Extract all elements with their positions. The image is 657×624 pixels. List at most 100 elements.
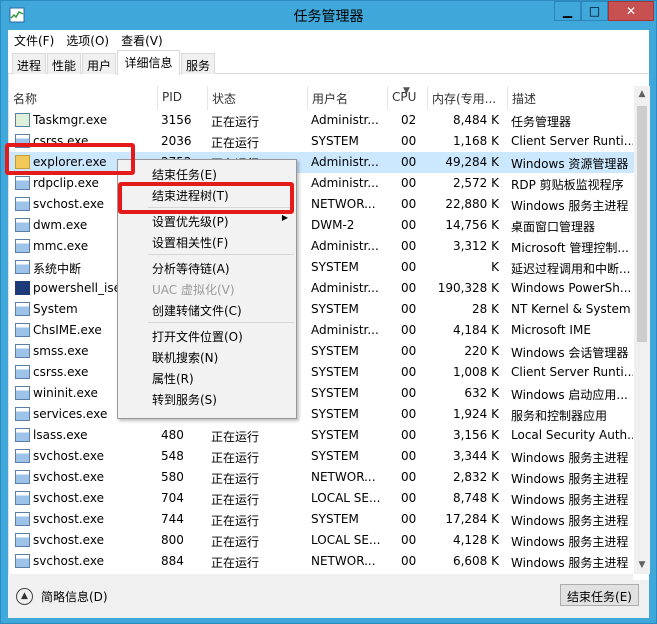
end-task-button[interactable]: 结束任务(E) bbox=[560, 584, 639, 606]
close-icon: ✕ bbox=[625, 4, 637, 18]
context-menu-label: 分析等待链(A) bbox=[152, 262, 230, 276]
table-row[interactable]: svchost.exe 704 正在运行 LOCAL SE... 00 8,748 K Wi… bbox=[9, 488, 634, 509]
context-menu-label: 联机搜索(N) bbox=[152, 351, 219, 365]
table-row[interactable]: System SYSTEM 00 28 K NT Kernel & System bbox=[9, 299, 634, 320]
cell-user: SYSTEM bbox=[311, 512, 359, 526]
cell-user: SYSTEM bbox=[311, 449, 359, 463]
column-header-pid[interactable]: PID bbox=[157, 86, 207, 110]
footer-bar: ▲ 简略信息(D) 结束任务(E) bbox=[8, 580, 649, 618]
table-row[interactable]: svchost.exe 884 正在运行 NETWOR... 00 6,608 K Wind… bbox=[9, 551, 634, 568]
tab-performance[interactable]: 性能 bbox=[47, 53, 81, 74]
cell-mem: 632 K bbox=[464, 386, 499, 400]
cell-name: lsass.exe bbox=[33, 428, 88, 442]
context-menu-item[interactable]: 属性(R) bbox=[118, 367, 296, 388]
vertical-scrollbar[interactable]: ▲ ▼ bbox=[634, 86, 650, 574]
cell-user: LOCAL SE... bbox=[311, 533, 381, 547]
column-header-user[interactable]: 用户名 bbox=[307, 86, 387, 110]
table-row[interactable]: svchost.exe NETWOR... 00 22,880 K Windows 服务… bbox=[9, 194, 634, 215]
cell-mem: 17,284 K bbox=[445, 512, 499, 526]
scrollbar-thumb[interactable] bbox=[637, 106, 647, 342]
cell-mem: 190,328 K bbox=[437, 281, 499, 295]
column-header-status[interactable]: 状态 bbox=[207, 86, 307, 110]
cell-status: 正在运行 bbox=[211, 115, 260, 129]
column-header-description[interactable]: 描述 bbox=[507, 86, 634, 110]
cell-user: Administr... bbox=[311, 239, 379, 253]
table-row[interactable]: powershell_ise. Administr... 00 190,328 K Wi… bbox=[9, 278, 634, 299]
menu-file[interactable]: 文件(F) bbox=[8, 30, 60, 50]
cell-cpu: 00 bbox=[401, 554, 417, 568]
table-row[interactable]: svchost.exe 580 正在运行 NETWOR... 00 2,832 K Wind… bbox=[9, 467, 634, 488]
cell-cpu: 00 bbox=[401, 197, 417, 211]
menu-view[interactable]: 查看(V) bbox=[115, 30, 169, 50]
context-menu-item[interactable]: 打开文件位置(O) bbox=[118, 325, 296, 346]
menu-separator bbox=[148, 322, 294, 323]
column-header-memory[interactable]: 内存(专用... bbox=[427, 86, 507, 110]
table-row[interactable]: wininit.exe SYSTEM 00 632 K Windows 启动应用... bbox=[9, 383, 634, 404]
scroll-up-icon[interactable]: ▲ bbox=[634, 86, 650, 102]
cell-mem: 22,880 K bbox=[445, 197, 499, 211]
context-menu-item[interactable]: 转到服务(S) bbox=[118, 388, 296, 409]
process-icon bbox=[15, 218, 30, 232]
table-row[interactable]: dwm.exe DWM-2 00 14,756 K 桌面窗口管理器 bbox=[9, 215, 634, 236]
fewer-details-label: 简略信息(D) bbox=[41, 590, 108, 604]
table-row[interactable]: svchost.exe 548 正在运行 SYSTEM 00 3,344 K Windows… bbox=[9, 446, 634, 467]
context-menu-label: 创建转储文件(C) bbox=[152, 304, 242, 318]
table-row[interactable]: rdpclip.exe Administr... 00 2,572 K RDP 剪贴板监… bbox=[9, 173, 634, 194]
process-icon bbox=[15, 470, 30, 484]
table-row[interactable]: services.exe SYSTEM 00 1,924 K 服务和控制器应用 bbox=[9, 404, 634, 425]
tab-processes[interactable]: 进程 bbox=[12, 53, 46, 74]
cell-desc: Windows 服务主进程 bbox=[511, 514, 629, 528]
column-header-row: 名称 PID 状态 用户名 CPU 内存(专用... 描述 ▼ bbox=[9, 86, 634, 110]
table-row[interactable]: svchost.exe 800 正在运行 LOCAL SE... 00 4,128 K Wi… bbox=[9, 530, 634, 551]
process-icon bbox=[15, 512, 30, 526]
process-icon bbox=[15, 407, 30, 421]
cell-cpu: 00 bbox=[401, 344, 417, 358]
cell-user: NETWOR... bbox=[311, 197, 376, 211]
cell-mem: 14,756 K bbox=[445, 218, 499, 232]
cell-cpu: 00 bbox=[401, 512, 417, 526]
task-manager-window: 任务管理器 ▁ □ ✕ 文件(F) 选项(O) 查看(V) 进程 性能 用户 详… bbox=[0, 0, 657, 624]
cell-desc: Local Security Auth... bbox=[511, 428, 633, 442]
cell-cpu: 00 bbox=[401, 281, 417, 295]
cell-pid: 884 bbox=[161, 554, 184, 568]
cell-name: svchost.exe bbox=[33, 449, 104, 463]
cell-desc: Microsoft 管理控制... bbox=[511, 241, 629, 255]
context-menu-item[interactable]: 联机搜索(N) bbox=[118, 346, 296, 367]
sort-descending-icon: ▼ bbox=[403, 86, 410, 96]
tab-users[interactable]: 用户 bbox=[82, 53, 116, 74]
close-button[interactable]: ✕ bbox=[608, 1, 654, 21]
cell-cpu: 00 bbox=[401, 470, 417, 484]
tab-details[interactable]: 详细信息 bbox=[117, 50, 180, 75]
cell-desc: RDP 剪贴板监视程序 bbox=[511, 178, 624, 192]
process-icon bbox=[15, 302, 30, 316]
table-row[interactable]: ChsIME.exe Administr... 00 4,184 K Microsoft… bbox=[9, 320, 634, 341]
tab-services[interactable]: 服务 bbox=[181, 53, 215, 74]
table-row[interactable]: 系统中断 SYSTEM 00 K 延迟过程调用和中断... bbox=[9, 257, 634, 278]
maximize-button[interactable]: □ bbox=[581, 1, 608, 21]
cell-desc: 任务管理器 bbox=[511, 115, 572, 129]
context-menu-item[interactable]: 分析等待链(A) bbox=[118, 257, 296, 278]
table-row[interactable]: mmc.exe Administr... 00 3,312 K Microsoft 管理… bbox=[9, 236, 634, 257]
table-row[interactable]: csrss.exe SYSTEM 00 1,008 K Client Server Ru… bbox=[9, 362, 634, 383]
process-icon bbox=[15, 365, 30, 379]
context-menu-item[interactable]: 结束任务(E) bbox=[118, 163, 296, 184]
scroll-down-icon[interactable]: ▼ bbox=[634, 558, 650, 574]
table-row[interactable]: smss.exe SYSTEM 00 220 K Windows 会话管理器 bbox=[9, 341, 634, 362]
cell-mem: 1,008 K bbox=[452, 365, 499, 379]
context-menu-item[interactable]: 创建转储文件(C) bbox=[118, 299, 296, 320]
context-menu-label: 打开文件位置(O) bbox=[152, 330, 243, 344]
cell-status: 正在运行 bbox=[211, 451, 260, 465]
process-icon bbox=[15, 428, 30, 442]
table-row[interactable]: lsass.exe 480 正在运行 SYSTEM 00 3,156 K Local Sec… bbox=[9, 425, 634, 446]
cell-user: SYSTEM bbox=[311, 365, 359, 379]
table-row[interactable]: Taskmgr.exe 3156 正在运行 Administr... 02 8,484 K… bbox=[9, 110, 634, 131]
cell-pid: 800 bbox=[161, 533, 184, 547]
context-menu-item[interactable]: 设置相关性(F) bbox=[118, 231, 296, 252]
fewer-details-button[interactable]: ▲ 简略信息(D) bbox=[16, 588, 108, 605]
column-header-name[interactable]: 名称 bbox=[9, 86, 157, 110]
minimize-button[interactable]: ▁ bbox=[554, 1, 581, 21]
table-row[interactable]: svchost.exe 744 正在运行 SYSTEM 00 17,284 K Window… bbox=[9, 509, 634, 530]
cell-status: 正在运行 bbox=[211, 556, 260, 568]
title-bar[interactable]: 任务管理器 ▁ □ ✕ bbox=[1, 1, 656, 30]
menu-options[interactable]: 选项(O) bbox=[60, 30, 115, 50]
